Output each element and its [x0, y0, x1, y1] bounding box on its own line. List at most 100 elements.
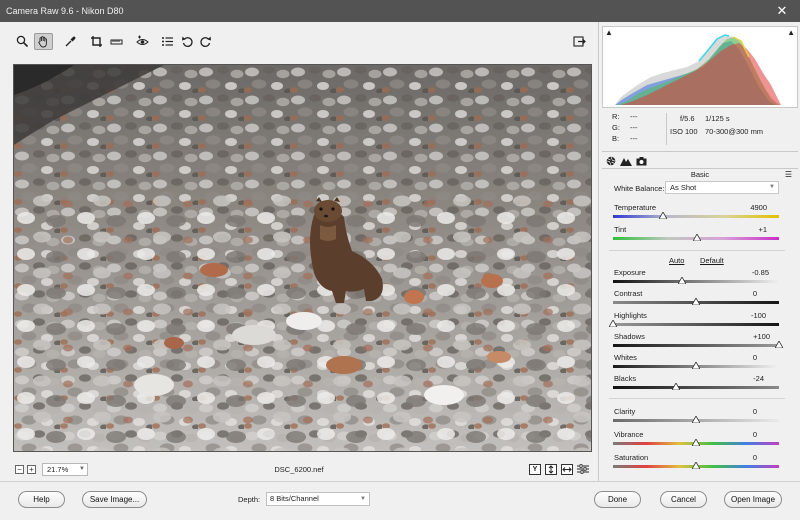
open-image-button[interactable]: Open Image: [724, 491, 782, 508]
save-image-button[interactable]: Save Image...: [82, 491, 147, 508]
saturation-slider[interactable]: [613, 462, 779, 469]
clarity-value[interactable]: 0: [717, 407, 757, 416]
vibrance-value[interactable]: 0: [717, 430, 757, 439]
bottom-bar: Help Save Image... Depth: 8 Bits/Channel…: [0, 481, 800, 520]
red-eye-tool-icon[interactable]: [133, 33, 152, 50]
tint-slider[interactable]: [613, 234, 779, 241]
contrast-label: Contrast: [614, 289, 643, 298]
toolbar: [0, 22, 598, 60]
rotate-right-icon[interactable]: [196, 33, 215, 50]
temperature-slider[interactable]: [613, 212, 779, 219]
blacks-label: Blacks: [614, 374, 637, 383]
adjustments-panel: ▲ ▲ R: --- G: --- B: --- f/5.6 1/125 s I…: [598, 22, 800, 481]
preview-photo: [14, 65, 591, 451]
exposure-value[interactable]: -0.85: [729, 268, 769, 277]
export-icon[interactable]: [570, 33, 589, 50]
panel-menu-icon[interactable]: ☰: [785, 170, 792, 180]
rotate-left-icon[interactable]: [178, 33, 197, 50]
clarity-slider[interactable]: [613, 416, 779, 423]
blacks-value[interactable]: -24: [724, 374, 764, 383]
vibrance-label: Vibrance: [614, 430, 644, 439]
whites-label: Whites: [614, 353, 637, 362]
before-after-y-button[interactable]: Y: [529, 464, 541, 475]
vibrance-slider[interactable]: [613, 439, 779, 446]
image-preview[interactable]: [13, 64, 592, 452]
whites-slider[interactable]: [613, 362, 779, 369]
default-link[interactable]: Default: [700, 256, 724, 265]
panel-tabs: [602, 155, 798, 169]
window-title: Camera Raw 9.6 - Nikon D80: [6, 6, 124, 16]
copy-settings-icon[interactable]: [561, 464, 573, 475]
temperature-slider-thumb[interactable]: [659, 212, 667, 219]
tab-tone-curve-icon[interactable]: [620, 156, 632, 166]
tab-camera-calibration-icon[interactable]: [636, 156, 647, 166]
b-label: B:: [612, 134, 620, 143]
temperature-label: Temperature: [614, 203, 657, 212]
white-balance-label: White Balance:: [614, 184, 665, 193]
help-button[interactable]: Help: [18, 491, 65, 508]
highlights-value[interactable]: -100: [726, 311, 766, 320]
histogram: ▲ ▲: [602, 26, 798, 108]
depth-value: 8 Bits/Channel: [270, 494, 319, 503]
straighten-tool-icon[interactable]: [107, 33, 126, 50]
cancel-button[interactable]: Cancel: [660, 491, 707, 508]
iso-value: ISO 100: [670, 127, 698, 136]
panel-title-text: Basic: [690, 170, 710, 179]
depth-label: Depth:: [238, 495, 261, 504]
aperture-value: f/5.6: [680, 114, 695, 123]
clarity-slider-thumb[interactable]: [692, 416, 700, 423]
r-label: R:: [612, 112, 620, 121]
tab-basic-aperture-icon[interactable]: [606, 156, 616, 166]
hand-tool-icon[interactable]: [34, 33, 53, 50]
tint-value[interactable]: +1: [727, 225, 767, 234]
shadows-label: Shadows: [614, 332, 645, 341]
contrast-slider-thumb[interactable]: [692, 298, 700, 305]
vibrance-slider-thumb[interactable]: [692, 439, 700, 446]
shadows-value[interactable]: +100: [730, 332, 770, 341]
chevron-down-icon: ▼: [360, 496, 366, 502]
close-icon[interactable]: ✕: [764, 0, 800, 22]
whites-slider-thumb[interactable]: [692, 362, 700, 369]
saturation-label: Saturation: [614, 453, 649, 462]
g-value: ---: [630, 123, 638, 132]
file-name: DSC_6200.nef: [274, 465, 324, 474]
shadows-slider-thumb[interactable]: [775, 341, 783, 348]
chevron-down-icon: ▼: [769, 184, 775, 190]
histogram-graph: [615, 34, 781, 105]
whites-value[interactable]: 0: [717, 353, 757, 362]
saturation-slider-thumb[interactable]: [692, 462, 700, 469]
auto-link[interactable]: Auto: [669, 256, 684, 265]
preview-status-bar: − + 21.7% ▼ DSC_6200.nef Y: [0, 458, 598, 480]
contrast-value[interactable]: 0: [717, 289, 757, 298]
depth-select[interactable]: 8 Bits/Channel ▼: [266, 492, 370, 506]
clarity-label: Clarity: [614, 407, 636, 416]
saturation-value[interactable]: 0: [717, 453, 757, 462]
zoom-tool-icon[interactable]: [13, 33, 32, 50]
highlights-slider-thumb[interactable]: [609, 320, 617, 327]
crop-tool-icon[interactable]: [87, 33, 106, 50]
presets-list-icon[interactable]: [158, 33, 177, 50]
contrast-slider[interactable]: [613, 298, 779, 305]
b-value: ---: [630, 134, 638, 143]
highlights-label: Highlights: [614, 311, 647, 320]
exposure-slider-thumb[interactable]: [678, 277, 686, 284]
r-value: ---: [630, 112, 638, 121]
temperature-value[interactable]: 4900: [727, 203, 767, 212]
exposure-label: Exposure: [614, 268, 646, 277]
shutter-value: 1/125 s: [705, 114, 730, 123]
white-balance-select[interactable]: As Shot ▼: [665, 181, 779, 194]
section-divider: [609, 250, 785, 251]
highlights-slider[interactable]: [609, 320, 779, 327]
done-button[interactable]: Done: [594, 491, 641, 508]
panel-title: Basic ☰: [602, 168, 798, 180]
blacks-slider[interactable]: [613, 383, 779, 390]
preview-settings-icon[interactable]: [577, 464, 589, 475]
title-bar: Camera Raw 9.6 - Nikon D80 ✕: [0, 0, 800, 22]
white-balance-tool-icon[interactable]: [61, 33, 80, 50]
tint-slider-thumb[interactable]: [693, 234, 701, 241]
shadows-slider[interactable]: [613, 341, 783, 348]
swap-settings-icon[interactable]: [545, 464, 557, 475]
exposure-slider[interactable]: [613, 277, 779, 284]
blacks-slider-thumb[interactable]: [672, 383, 680, 390]
white-balance-value: As Shot: [670, 183, 697, 192]
